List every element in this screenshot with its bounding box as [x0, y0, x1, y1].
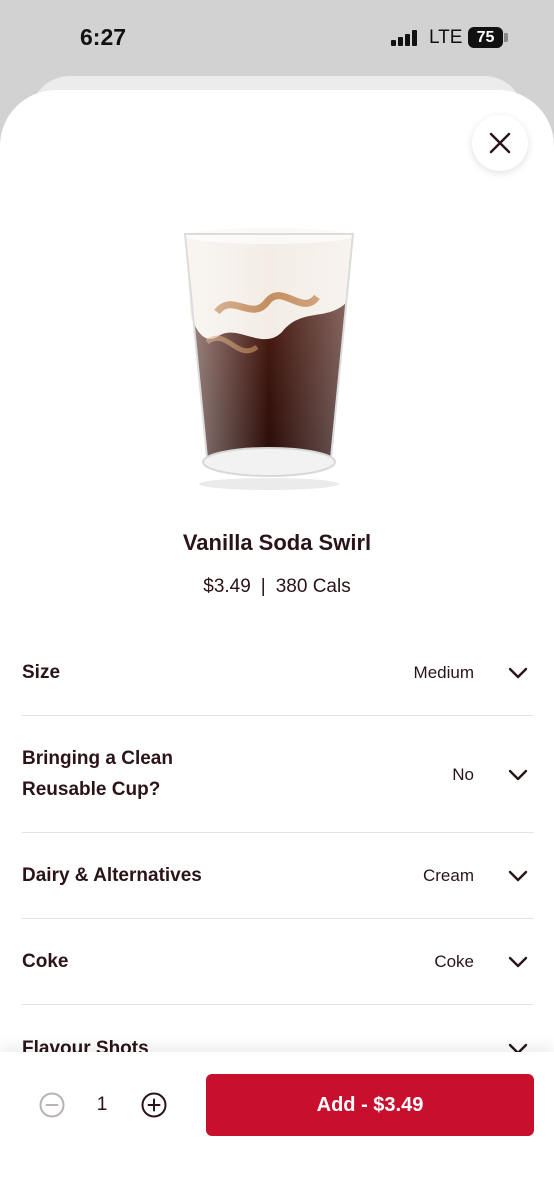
quantity-value: 1: [96, 1094, 108, 1115]
chevron-down-icon: [508, 956, 528, 968]
product-calories: 380 Cals: [275, 576, 351, 597]
option-label: Coke: [22, 951, 69, 972]
option-label: Dairy & Alternatives: [22, 865, 202, 886]
battery-level: 75: [468, 27, 503, 48]
chevron-down-icon: [508, 667, 528, 679]
option-row-coke[interactable]: Coke Coke: [22, 919, 534, 1005]
option-value: Cream: [422, 866, 474, 885]
product-name: Vanilla Soda Swirl: [182, 530, 372, 555]
network-label: LTE: [429, 27, 463, 48]
battery-icon: 75: [468, 27, 508, 48]
option-label-line-2: Reusable Cup?: [22, 779, 161, 800]
option-row-reusable-cup[interactable]: Bringing a Clean Reusable Cup? No: [22, 716, 534, 833]
product-price: $3.49: [203, 576, 251, 597]
option-value: Medium: [413, 663, 474, 682]
chevron-down-icon: [508, 870, 528, 882]
close-icon: [489, 132, 511, 154]
option-row-size[interactable]: Size Medium: [22, 630, 534, 716]
signal-icon: [391, 30, 419, 46]
option-value: Coke: [434, 952, 474, 971]
option-label: Bringing a Clean Reusable Cup?: [22, 743, 173, 805]
price-separator: |: [260, 576, 266, 597]
status-bar: 6:27 LTE 75: [0, 0, 554, 76]
chevron-down-icon: [508, 769, 528, 781]
close-button[interactable]: [472, 115, 528, 171]
option-label: Size: [22, 662, 61, 683]
minus-circle-icon[interactable]: [39, 1092, 65, 1118]
plus-circle-icon[interactable]: [141, 1092, 167, 1118]
option-row-dairy[interactable]: Dairy & Alternatives Cream: [22, 833, 534, 919]
price-line: $3.49 | 380 Cals: [0, 576, 554, 598]
add-to-order-button[interactable]: Add - $3.49: [206, 1074, 534, 1136]
status-time: 6:27: [80, 24, 127, 50]
product-image: [183, 228, 355, 490]
option-value: No: [452, 765, 474, 784]
option-label-line-1: Bringing a Clean: [22, 748, 173, 769]
